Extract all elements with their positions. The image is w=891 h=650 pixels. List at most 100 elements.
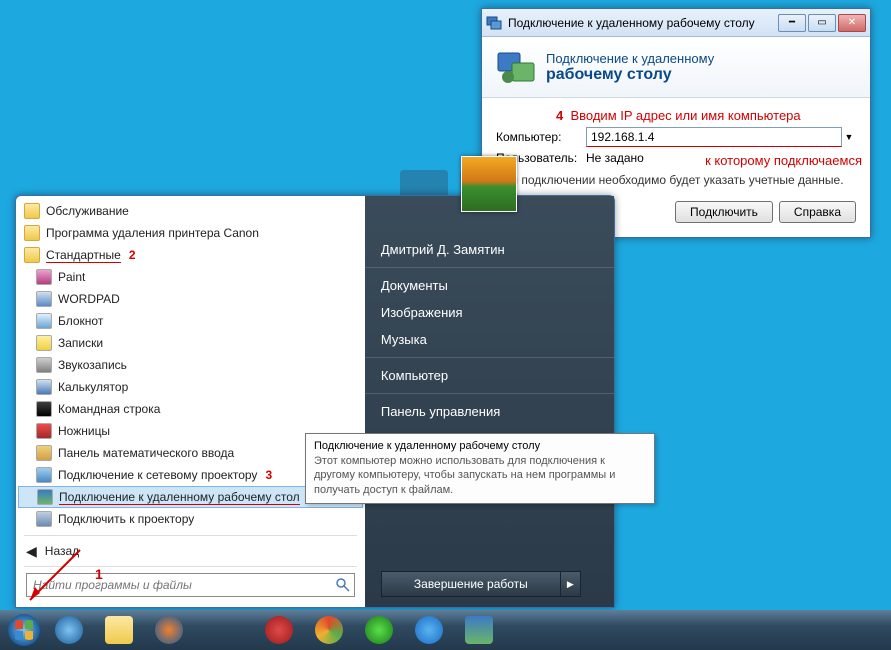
taskbar-chrome[interactable] [305,612,353,648]
skype-icon [415,616,443,644]
taskbar-wmp[interactable] [145,612,193,648]
folder-icon [24,247,40,263]
rdp-header-line1: Подключение к удаленному [546,51,714,66]
taskbar-ie[interactable] [45,612,93,648]
program-label: Подключение к удаленному рабочему стол [59,490,300,505]
anno-2: 2 [129,248,136,262]
taskbar [0,610,891,650]
user-avatar[interactable] [461,156,517,212]
search-icon [335,577,351,593]
folder-icon [24,225,40,241]
program-item[interactable]: Командная строка [18,398,363,420]
back-button[interactable]: ◀ Назад [18,538,363,564]
wmp-icon [155,616,183,644]
rdp-title: Подключение к удаленному рабочему столу [508,16,776,30]
computer-label: Компьютер: [496,130,586,144]
start-right-item[interactable]: Документы [365,272,614,299]
program-item[interactable]: Стандартные 2 [18,244,363,266]
sound-icon [36,357,52,373]
start-right-item[interactable]: Дмитрий Д. Замятин [365,236,614,263]
program-item[interactable]: Приступая к работе [18,530,363,533]
program-label: Звукозапись [58,358,127,372]
taskbar-opera[interactable] [255,612,303,648]
proj-icon [36,511,52,527]
taskbar-skype[interactable] [405,612,453,648]
folder-icon [24,203,40,219]
program-label: Программа удаления принтера Canon [46,226,259,240]
maximize-button[interactable]: ▭ [808,14,836,32]
program-item[interactable]: Блокнот [18,310,363,332]
program-label: Стандартные [46,248,121,263]
program-item[interactable]: WORDPAD [18,288,363,310]
start-right-item[interactable]: Компьютер [365,362,614,389]
close-button[interactable]: ✕ [838,14,866,32]
program-label: Подключение к сетевому проектору [58,468,257,482]
program-label: WORDPAD [58,292,120,306]
connect-button[interactable]: Подключить [675,201,773,223]
rdp-taskbar-icon [465,616,493,644]
rdp-header: Подключение к удаленному рабочему столу [482,37,870,98]
program-label: Обслуживание [46,204,129,218]
program-label: Подключить к проектору [58,512,194,526]
back-arrow-icon: ◀ [26,543,37,560]
rdp-icon [37,489,53,505]
wordpad-icon [36,291,52,307]
computer-input[interactable] [586,127,842,147]
program-label: Калькулятор [58,380,128,394]
snip-icon [36,423,52,439]
folder-icon [105,616,133,644]
dropdown-icon[interactable]: ▼ [842,132,856,142]
program-item[interactable]: Звукозапись [18,354,363,376]
chrome-icon [315,616,343,644]
rdp-header-line2: рабочему столу [546,66,714,84]
program-label: Paint [58,270,85,284]
start-menu: Обслуживание Программа удаления принтера … [15,195,615,608]
notepad-icon [36,313,52,329]
taskbar-rdp[interactable] [455,612,503,648]
anno-3: 3 [265,468,272,482]
minimize-button[interactable]: ━ [778,14,806,32]
opera-icon [265,616,293,644]
program-label: Панель математического ввода [58,446,234,460]
program-label: Записки [58,336,103,350]
anno-4: 4 [556,108,563,123]
program-item[interactable]: Обслуживание [18,200,363,222]
start-right-item[interactable]: Музыка [365,326,614,353]
program-item[interactable]: Программа удаления принтера Canon [18,222,363,244]
program-item[interactable]: Подключить к проектору [18,508,363,530]
taskbar-explorer[interactable] [95,612,143,648]
anno-ip-text: Вводим IP адрес или имя компьютера [570,108,800,123]
program-item[interactable]: Записки [18,332,363,354]
start-right-item[interactable]: Изображения [365,299,614,326]
ie-icon [55,616,83,644]
tooltip: Подключение к удаленному рабочему столу … [305,433,655,504]
program-label: Ножницы [58,424,110,438]
calc-icon [36,379,52,395]
program-label: Командная строка [58,402,160,416]
tooltip-body: Этот компьютер можно использовать для по… [314,454,646,497]
rdp-note: При подключении необходимо будет указать… [496,173,856,187]
start-menu-right: Дмитрий Д. Замятин ДокументыИзображенияМу… [365,196,614,607]
shutdown-button[interactable]: Завершение работы ▶ [381,571,581,597]
mail-icon [365,616,393,644]
rdp-icon [486,15,502,31]
search-input[interactable] [26,573,355,597]
program-label: Блокнот [58,314,103,328]
tooltip-title: Подключение к удаленному рабочему столу [314,440,646,452]
program-item[interactable]: Paint [18,266,363,288]
paint-icon [36,269,52,285]
start-right-item[interactable]: Панель управления [365,398,614,425]
start-button[interactable] [4,610,44,650]
help-button[interactable]: Справка [779,201,856,223]
shutdown-label[interactable]: Завершение работы [381,571,561,597]
user-value: Не задано [586,151,644,165]
taskbar-mail[interactable] [355,612,403,648]
cmd-icon [36,401,52,417]
rdp-titlebar[interactable]: Подключение к удаленному рабочему столу … [482,9,870,37]
anno-connect-text: к которому подключаемся [705,153,862,168]
math-icon [36,445,52,461]
shutdown-options-icon[interactable]: ▶ [561,571,581,597]
program-item[interactable]: Калькулятор [18,376,363,398]
back-label: Назад [45,544,79,558]
rdp-header-icon [496,47,536,87]
